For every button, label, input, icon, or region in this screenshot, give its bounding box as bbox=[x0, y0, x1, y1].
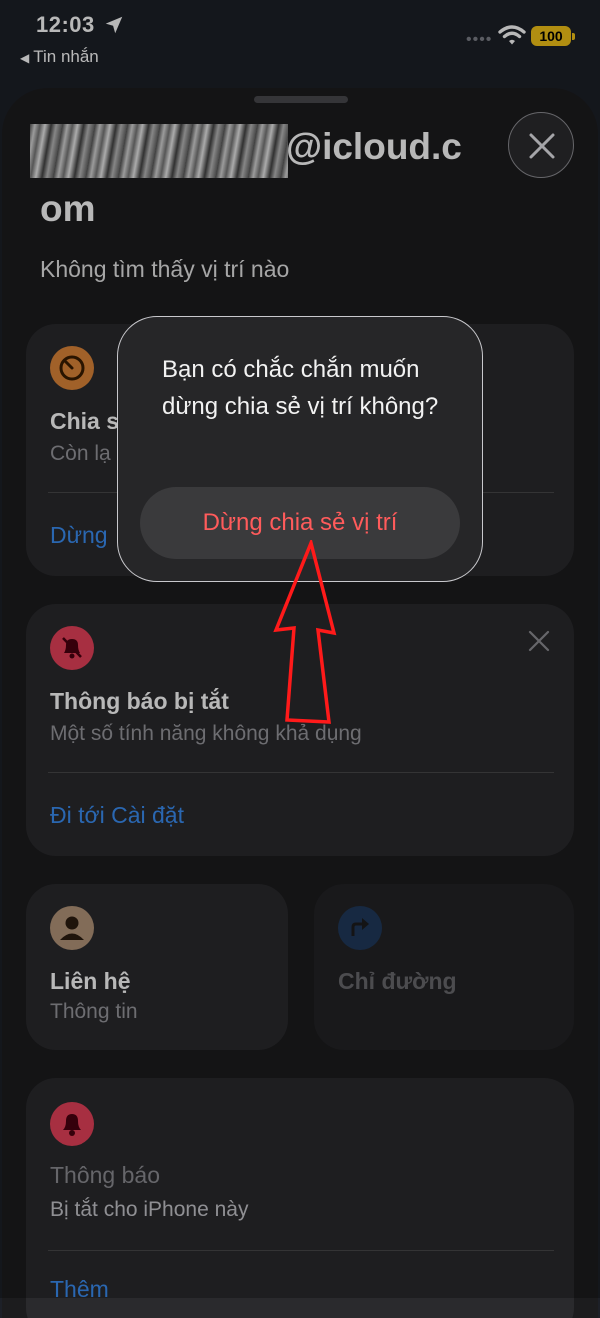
annotation-arrow-icon bbox=[273, 540, 337, 724]
dialog-message: Bạn có chắc chắn muốn dừng chia sẻ vị tr… bbox=[162, 356, 439, 420]
